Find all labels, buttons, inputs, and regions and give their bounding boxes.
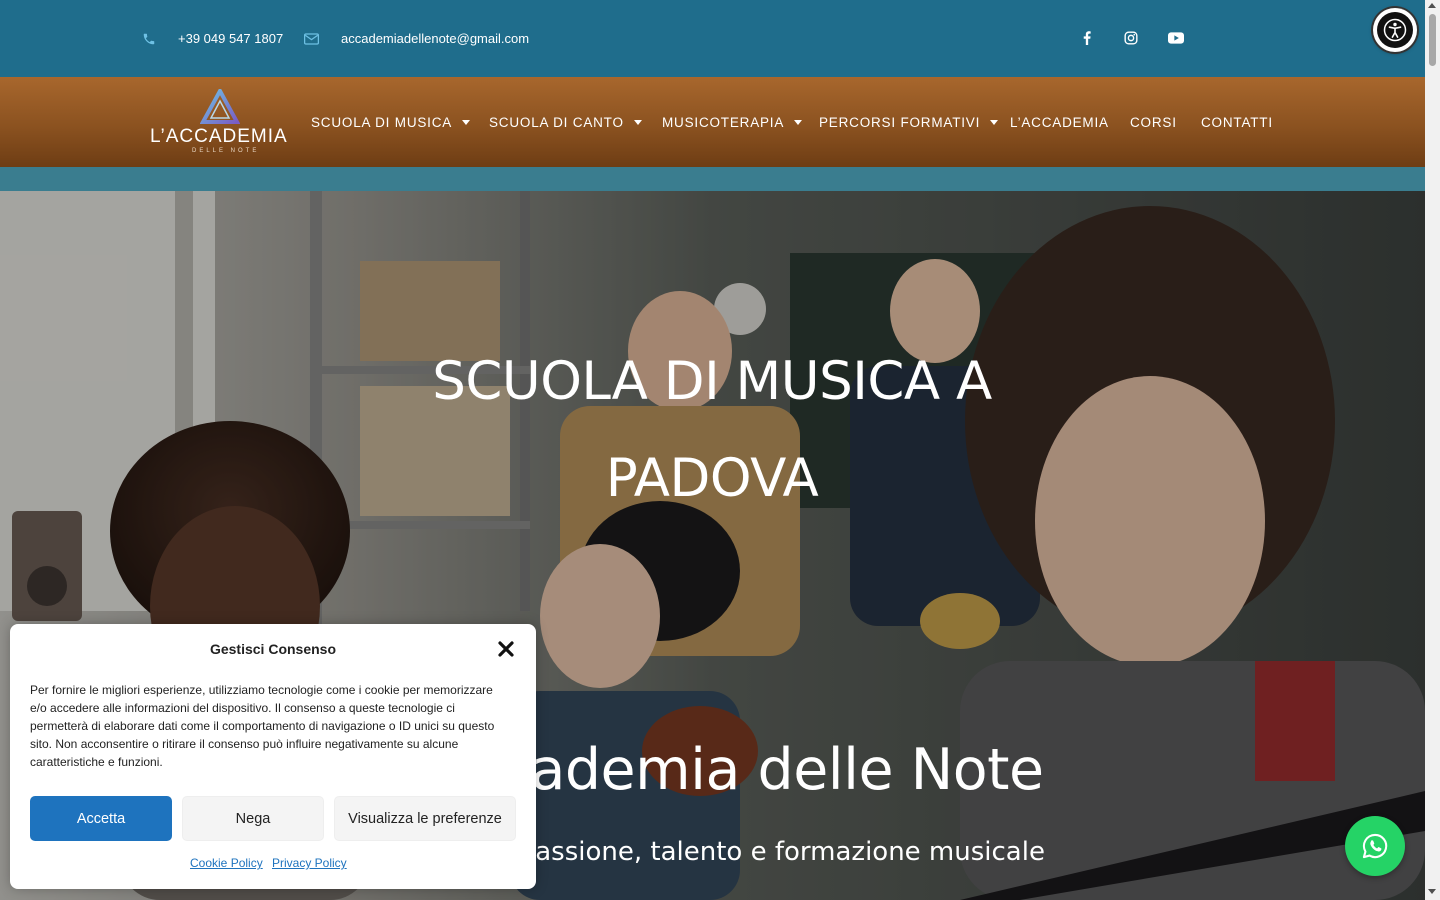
deny-button[interactable]: Nega — [182, 796, 324, 841]
caret-down-icon — [794, 119, 803, 125]
facebook-link[interactable] — [1077, 27, 1097, 49]
instagram-link[interactable] — [1121, 27, 1141, 49]
envelope-icon — [304, 32, 319, 45]
accessibility-icon — [1377, 12, 1413, 48]
nav-label: MUSICOTERAPIA — [662, 114, 785, 130]
nav-item-musicoterapia[interactable]: MUSICOTERAPIA — [662, 77, 803, 167]
header-divider-strip — [0, 167, 1425, 191]
phone-contact[interactable]: +39 049 547 1807 — [142, 0, 283, 77]
scrollbar-thumb[interactable] — [1429, 14, 1436, 66]
top-contact-bar: +39 049 547 1807 accademiadellenote@gmai… — [0, 0, 1425, 77]
scroll-up-arrow-icon[interactable] — [1428, 3, 1436, 8]
cookie-consent-dialog: Gestisci Consenso Per fornire le miglior… — [10, 624, 536, 889]
nav-item-percorsi-formativi[interactable]: PERCORSI FORMATIVI — [819, 77, 999, 167]
nav-label: SCUOLA DI CANTO — [489, 114, 624, 130]
nav-label: PERCORSI FORMATIVI — [819, 114, 981, 130]
whatsapp-icon — [1362, 833, 1388, 859]
accessibility-button[interactable] — [1373, 8, 1417, 52]
privacy-policy-link[interactable]: Privacy Policy — [272, 856, 347, 870]
cookie-policy-link[interactable]: Cookie Policy — [190, 856, 263, 870]
email-address: accademiadellenote@gmail.com — [341, 31, 530, 46]
hero-title: SCUOLA DI MUSICA A PADOVA — [432, 351, 992, 509]
caret-down-icon — [462, 119, 471, 125]
main-navbar: L’ACCADEMIA DELLE NOTE SCUOLA DI MUSICA … — [0, 77, 1425, 167]
email-contact[interactable]: accademiadellenote@gmail.com — [304, 0, 529, 77]
nav-label: L’ACCADEMIA — [1010, 114, 1109, 130]
nav-item-scuola-di-musica[interactable]: SCUOLA DI MUSICA — [311, 77, 471, 167]
nav-label: CONTATTI — [1201, 114, 1273, 130]
accept-button[interactable]: Accetta — [30, 796, 172, 841]
nav-item-corsi[interactable]: CORSI — [1130, 77, 1177, 167]
nav-item-accademia[interactable]: L’ACCADEMIA — [1010, 77, 1109, 167]
cookie-dialog-title: Gestisci Consenso — [209, 641, 337, 657]
nav-item-contatti[interactable]: CONTATTI — [1201, 77, 1273, 167]
instagram-icon — [1124, 31, 1138, 45]
youtube-icon — [1168, 32, 1184, 44]
nav-label: SCUOLA DI MUSICA — [311, 114, 453, 130]
youtube-link[interactable] — [1166, 27, 1186, 49]
nav-label: CORSI — [1130, 114, 1177, 130]
phone-icon — [143, 33, 155, 44]
nav-item-scuola-di-canto[interactable]: SCUOLA DI CANTO — [489, 77, 642, 167]
phone-number: +39 049 547 1807 — [178, 31, 284, 46]
page-scrollbar[interactable] — [1425, 0, 1440, 900]
view-preferences-button[interactable]: Visualizza le preferenze — [334, 796, 516, 841]
caret-down-icon — [633, 119, 642, 125]
caret-down-icon — [990, 119, 999, 125]
triangle-logo-icon — [200, 89, 240, 124]
logo-subtitle: DELLE NOTE — [192, 148, 260, 154]
scroll-down-arrow-icon[interactable] — [1428, 889, 1436, 894]
logo-name: L’ACCADEMIA — [150, 126, 288, 147]
whatsapp-chat-button[interactable] — [1345, 816, 1405, 876]
close-icon[interactable] — [497, 640, 515, 658]
cookie-description: Per fornire le migliori esperienze, util… — [30, 683, 495, 769]
site-logo[interactable]: L’ACCADEMIA DELLE NOTE — [148, 89, 296, 155]
facebook-icon — [1083, 31, 1091, 45]
